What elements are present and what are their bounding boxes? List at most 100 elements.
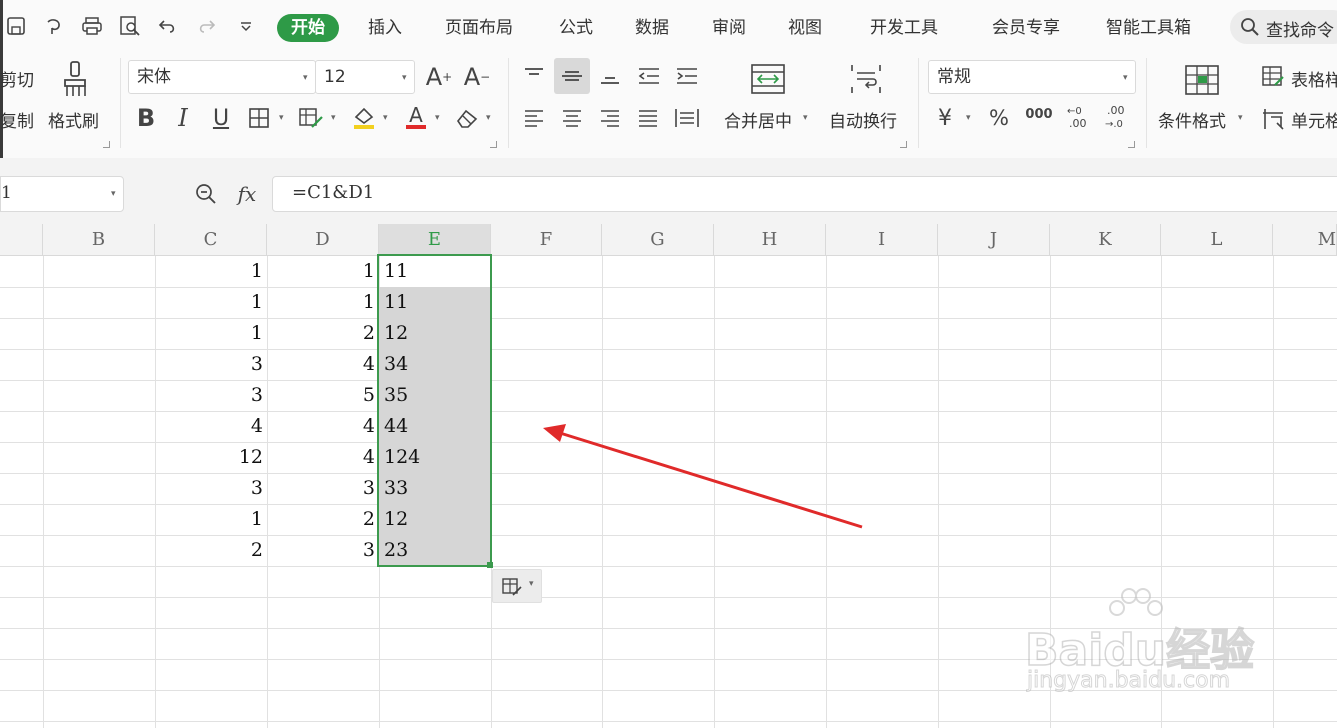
number-format-select[interactable]: 常规 ▾: [928, 60, 1136, 94]
decrease-indent-icon[interactable]: [634, 62, 664, 90]
quick-access-dropdown-icon[interactable]: [234, 14, 258, 38]
cell-d4[interactable]: 4: [267, 349, 379, 380]
align-left-icon[interactable]: [520, 104, 548, 132]
name-box[interactable]: 1 ▾: [0, 176, 124, 212]
cell-d2[interactable]: 1: [267, 287, 379, 318]
cell-d5[interactable]: 5: [267, 380, 379, 411]
cell-c9[interactable]: 1: [155, 504, 267, 535]
col-header-g[interactable]: G: [602, 224, 714, 256]
clipboard-group-launcher[interactable]: [103, 141, 110, 148]
tab-review[interactable]: 审阅: [712, 14, 746, 42]
thousands-separator-button[interactable]: 000: [1022, 100, 1056, 128]
merge-center-button[interactable]: 合并居中: [724, 107, 792, 132]
tab-data[interactable]: 数据: [635, 14, 669, 42]
align-middle-icon[interactable]: [554, 58, 590, 94]
table-style-button[interactable]: 表格样式: [1291, 66, 1337, 91]
eraser-icon[interactable]: [452, 104, 482, 132]
cell-d8[interactable]: 3: [267, 473, 379, 504]
print-preview-icon[interactable]: [118, 14, 142, 38]
copy-button[interactable]: 复制: [0, 107, 34, 132]
command-search[interactable]: 查找命令: [1230, 10, 1337, 44]
font-name-select[interactable]: 宋体 ▾: [128, 60, 316, 94]
chevron-down-icon[interactable]: ▾: [966, 113, 971, 123]
tab-formulas[interactable]: 公式: [559, 14, 593, 42]
col-header-i[interactable]: I: [826, 224, 938, 256]
col-header-c[interactable]: C: [155, 224, 267, 256]
zoom-formula-icon[interactable]: [192, 180, 220, 208]
print-icon[interactable]: [80, 14, 104, 38]
insert-function-button[interactable]: fx: [232, 180, 262, 208]
cell-style-icon[interactable]: [1260, 106, 1286, 132]
align-center-icon[interactable]: [558, 104, 586, 132]
align-top-icon[interactable]: [520, 62, 548, 90]
font-group-launcher[interactable]: [490, 141, 497, 148]
cell-c5[interactable]: 3: [155, 380, 267, 411]
quick-analysis-button[interactable]: ▾: [492, 569, 542, 603]
cell-c4[interactable]: 3: [155, 349, 267, 380]
cell-c1[interactable]: 1: [155, 256, 267, 287]
tab-home[interactable]: 开始: [277, 14, 339, 42]
conditional-format-button[interactable]: 条件格式: [1158, 107, 1226, 132]
cell-d6[interactable]: 4: [267, 411, 379, 442]
cell-c6[interactable]: 4: [155, 411, 267, 442]
chevron-down-icon[interactable]: ▾: [279, 113, 284, 123]
percent-button[interactable]: %: [986, 104, 1012, 132]
fill-color-icon[interactable]: [348, 102, 380, 132]
number-group-launcher[interactable]: [1128, 141, 1135, 148]
font-size-select[interactable]: 12 ▾: [315, 60, 415, 94]
redo-icon[interactable]: [194, 14, 218, 38]
cell-d1[interactable]: 1: [267, 256, 379, 287]
tab-insert[interactable]: 插入: [368, 14, 402, 42]
increase-decimal-icon[interactable]: ←0.00: [1062, 102, 1092, 132]
tab-view[interactable]: 视图: [788, 14, 822, 42]
alignment-group-launcher[interactable]: [900, 141, 907, 148]
col-header-h[interactable]: H: [714, 224, 826, 256]
align-bottom-icon[interactable]: [596, 62, 624, 90]
cell-d7[interactable]: 4: [267, 442, 379, 473]
cell-c8[interactable]: 3: [155, 473, 267, 504]
align-right-icon[interactable]: [596, 104, 624, 132]
fill-handle[interactable]: [487, 562, 493, 568]
tab-smart-toolbox[interactable]: 智能工具箱: [1106, 14, 1191, 42]
underline-icon[interactable]: U: [208, 104, 234, 132]
undo-icon[interactable]: [156, 14, 180, 38]
col-header-e[interactable]: E: [379, 224, 491, 256]
decrease-font-icon[interactable]: A −: [462, 62, 492, 92]
cell-c7[interactable]: 12: [155, 442, 267, 473]
col-header-m[interactable]: M: [1273, 224, 1337, 256]
col-header-b[interactable]: B: [43, 224, 155, 256]
border-icon[interactable]: [246, 104, 272, 132]
chevron-down-icon[interactable]: ▾: [435, 113, 440, 123]
wrap-text-icon[interactable]: [846, 62, 886, 96]
italic-icon[interactable]: I: [170, 104, 196, 132]
cell-c2[interactable]: 1: [155, 287, 267, 318]
cell-d9[interactable]: 2: [267, 504, 379, 535]
merge-center-icon[interactable]: [748, 62, 788, 96]
format-painter-button[interactable]: 格式刷: [48, 107, 99, 132]
bold-icon[interactable]: B: [133, 104, 159, 132]
chevron-down-icon[interactable]: ▾: [1238, 113, 1243, 123]
distributed-align-icon[interactable]: [672, 104, 702, 132]
increase-indent-icon[interactable]: [672, 62, 702, 90]
cell-format-icon[interactable]: [296, 104, 326, 132]
table-style-icon[interactable]: [1260, 64, 1286, 90]
cell-c10[interactable]: 2: [155, 535, 267, 566]
chevron-down-icon[interactable]: ▾: [331, 113, 336, 123]
cell-style-button[interactable]: 单元格: [1291, 107, 1337, 132]
increase-font-icon[interactable]: A +: [424, 62, 454, 92]
decrease-decimal-icon[interactable]: .00 →.0: [1100, 102, 1130, 132]
tab-developer[interactable]: 开发工具: [870, 14, 938, 42]
undo-history-icon[interactable]: [42, 14, 66, 38]
tab-membership[interactable]: 会员专享: [992, 14, 1060, 42]
col-header-k[interactable]: K: [1050, 224, 1161, 256]
cut-button[interactable]: 剪切: [0, 66, 34, 91]
justify-icon[interactable]: [634, 104, 662, 132]
formula-input[interactable]: =C1&D1: [272, 176, 1337, 212]
cell-c3[interactable]: 1: [155, 318, 267, 349]
cell-d3[interactable]: 2: [267, 318, 379, 349]
col-header-a[interactable]: [0, 224, 43, 256]
chevron-down-icon[interactable]: ▾: [803, 113, 808, 123]
wrap-text-button[interactable]: 自动换行: [829, 107, 897, 132]
currency-button[interactable]: ¥: [932, 104, 958, 132]
col-header-j[interactable]: J: [938, 224, 1050, 256]
